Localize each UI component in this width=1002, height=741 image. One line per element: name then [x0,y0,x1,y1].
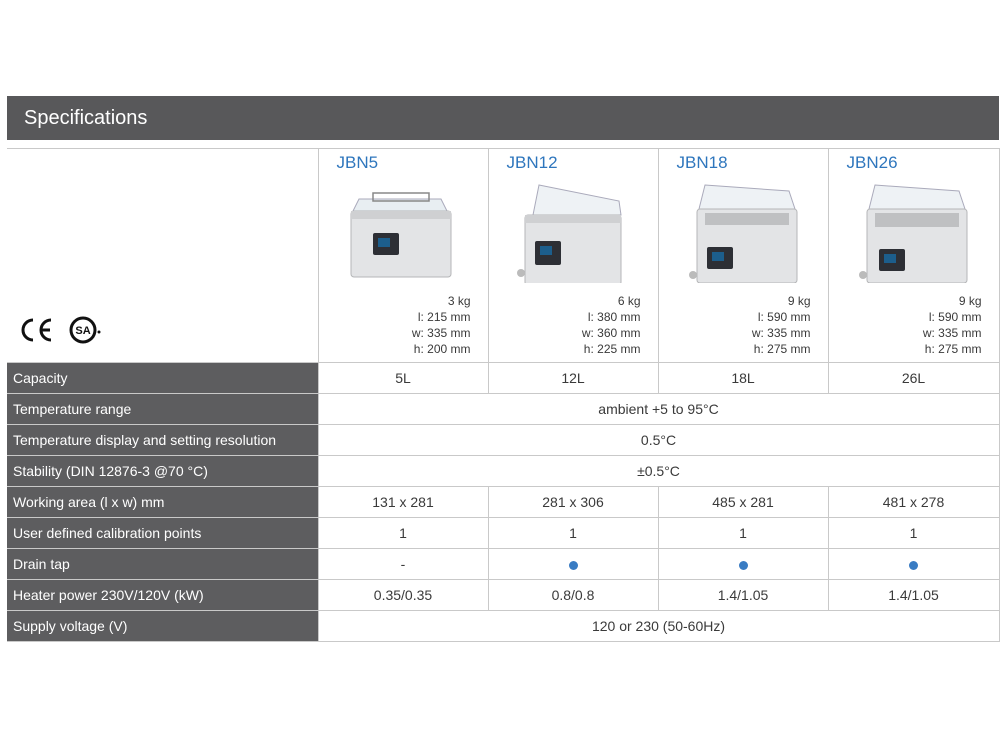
spec-value: 26L [827,362,1000,394]
product-cell-jbn18: JBN18 9 kg l: 590 mm w: 335 mm h: 275 mm [657,148,829,363]
certification-logos: SA [21,316,101,344]
spec-value: 0.8/0.8 [487,579,659,611]
spec-label: Supply voltage (V) [7,610,319,642]
product-length: l: 215 mm [417,310,471,324]
product-width: w: 335 mm [411,326,471,340]
spec-value: ±0.5°C [317,455,1000,487]
svg-text:SA: SA [75,325,90,337]
product-height: h: 275 mm [924,342,982,356]
spec-label: Drain tap [7,548,319,580]
product-cell-jbn5: JBN5 3 kg l: 215 mm w: 335 mm h: 200 mm [317,148,489,363]
model-name: JBN12 [506,153,558,172]
product-height: h: 200 mm [413,342,471,356]
spec-value: 0.5°C [317,424,1000,456]
spec-row-stability: Stability (DIN 12876-3 @70 °C) ±0.5°C [7,455,1000,487]
certification-cell: SA [7,148,319,363]
spec-value [657,548,829,580]
product-header-row: SA JBN5 3 kg l: 215 mm w: 335 mm h: 200 … [7,148,1000,363]
ce-mark-icon [21,318,52,342]
product-width: w: 335 mm [751,326,811,340]
specifications-banner: Specifications [7,96,999,140]
csa-mark-icon: SA [69,316,101,344]
model-name: JBN26 [846,153,898,172]
spec-value [827,548,1000,580]
spec-value: 481 x 278 [827,486,1000,518]
spec-value: 18L [657,362,829,394]
spec-label: Heater power 230V/120V (kW) [7,579,319,611]
product-dimensions: 3 kg l: 215 mm w: 335 mm h: 200 mm [412,293,471,357]
water-bath-image [688,184,797,283]
product-length: l: 590 mm [757,310,811,324]
spec-value: 5L [317,362,489,394]
spec-value: 120 or 230 (50-60Hz) [317,610,1000,642]
spec-value: 1 [657,517,829,549]
product-weight: 9 kg [787,294,811,308]
model-name: JBN18 [676,153,728,172]
product-height: h: 275 mm [753,342,811,356]
spec-value: 1 [317,517,489,549]
section-title: Specifications [24,107,148,129]
model-name: JBN5 [336,153,379,172]
spec-value: 131 x 281 [317,486,489,518]
spec-value: 485 x 281 [657,486,829,518]
spec-row-temperature-range: Temperature range ambient +5 to 95°C [7,393,1000,425]
water-bath-image [516,184,622,283]
product-height: h: 225 mm [583,342,641,356]
product-width: w: 335 mm [922,326,982,340]
spec-value: 1.4/1.05 [657,579,829,611]
product-dimensions: 9 kg l: 590 mm w: 335 mm h: 275 mm [923,293,982,357]
product-weight: 9 kg [958,294,982,308]
product-width: w: 360 mm [581,326,641,340]
water-bath-image [350,192,451,278]
product-cell-jbn12: JBN12 6 kg l: 380 mm w: 360 mm h: 225 mm [487,148,659,363]
spec-label: Temperature range [7,393,319,425]
spec-value: 1.4/1.05 [827,579,1000,611]
water-bath-image [858,184,967,283]
spec-value: 281 x 306 [487,486,659,518]
product-weight: 6 kg [617,294,641,308]
spec-value: - [317,548,489,580]
product-dimensions: 9 kg l: 590 mm w: 335 mm h: 275 mm [752,293,811,357]
spec-row-capacity: Capacity 5L 12L 18L 26L [7,362,1000,394]
product-length: l: 590 mm [928,310,982,324]
feature-dot-icon [568,560,578,570]
spec-value [487,548,659,580]
spec-value: 1 [487,517,659,549]
spec-row-calibration-points: User defined calibration points 1 1 1 1 [7,517,1000,549]
product-weight: 3 kg [447,294,471,308]
feature-dot-icon [738,560,748,570]
product-dimensions: 6 kg l: 380 mm w: 360 mm h: 225 mm [582,293,641,357]
product-cell-jbn26: JBN26 9 kg l: 590 mm w: 335 mm h: 275 mm [827,148,1000,363]
spec-row-heater-power: Heater power 230V/120V (kW) 0.35/0.35 0.… [7,579,1000,611]
spec-label: User defined calibration points [7,517,319,549]
spec-value: 12L [487,362,659,394]
spec-label: Working area (l x w) mm [7,486,319,518]
product-length: l: 380 mm [587,310,641,324]
spec-row-drain-tap: Drain tap - [7,548,1000,580]
spec-value: 1 [827,517,1000,549]
spec-value: 0.35/0.35 [317,579,489,611]
spec-label: Stability (DIN 12876-3 @70 °C) [7,455,319,487]
spec-row-resolution: Temperature display and setting resoluti… [7,424,1000,456]
spec-label: Temperature display and setting resoluti… [7,424,319,456]
feature-dot-icon [909,560,918,570]
spec-row-working-area: Working area (l x w) mm 131 x 281 281 x … [7,486,1000,518]
spec-value: ambient +5 to 95°C [317,393,1000,425]
spec-label: Capacity [7,362,319,394]
spec-row-supply-voltage: Supply voltage (V) 120 or 230 (50-60Hz) [7,610,1000,642]
specifications-table: SA JBN5 3 kg l: 215 mm w: 335 mm h: 200 … [7,148,1000,642]
